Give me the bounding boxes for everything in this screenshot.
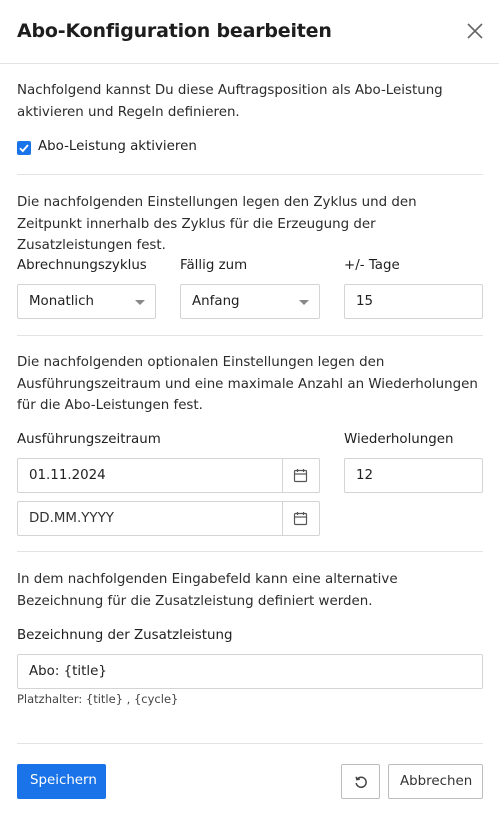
check-icon [19,144,29,153]
due-select[interactable]: Anfang [180,284,320,319]
divider [17,743,483,744]
billing-cycle-label: Abrechnungszyklus [17,258,147,273]
chevron-down-icon [299,300,309,305]
divider [17,551,483,552]
cancel-button-label: Abbrechen [400,774,473,789]
start-date-input[interactable]: 01.11.2024 [17,458,320,493]
field-separator [282,502,283,535]
billing-cycle-select[interactable]: Monatlich [17,284,156,319]
calendar-icon[interactable] [293,468,308,483]
period-section-text: Die nachfolgenden optionalen Einstellung… [17,355,478,413]
calendar-icon[interactable] [293,511,308,526]
reset-button[interactable] [341,764,380,799]
field-separator [282,459,283,492]
divider [17,174,483,175]
dialog-title: Abo-Konfiguration bearbeiten [17,20,332,42]
placeholder-hint: Platzhalter: {title} , {cycle} [17,692,179,706]
cycle-section-text: Die nachfolgenden Einstellungen legen de… [17,195,417,253]
service-name-input[interactable]: Abo: {title} [17,654,483,689]
end-date-input[interactable]: DD.MM.YYYY [17,501,320,536]
intro-text: Nachfolgend kannst Du diese Auftragsposi… [17,83,443,120]
service-name-label: Bezeichnung der Zusatzleistung [17,628,233,643]
start-date-value: 01.11.2024 [29,468,106,483]
reset-icon [355,776,367,789]
days-input[interactable]: 15 [344,284,483,319]
days-label: +/- Tage [344,258,400,273]
repetitions-label: Wiederholungen [344,432,454,447]
save-button[interactable]: Speichern [17,764,106,799]
repetitions-value: 12 [356,468,374,483]
due-value: Anfang [192,294,240,309]
dialog-header: Abo-Konfiguration bearbeiten [0,0,499,64]
abo-activate-label[interactable]: Abo-Leistung aktivieren [38,139,197,154]
cancel-button[interactable]: Abbrechen [388,764,483,799]
period-label: Ausführungszeitraum [17,432,161,447]
billing-cycle-value: Monatlich [29,294,94,309]
abo-activate-checkbox[interactable] [17,141,31,155]
save-button-label: Speichern [30,773,97,788]
repetitions-input[interactable]: 12 [344,458,483,493]
chevron-down-icon [135,300,145,305]
days-value: 15 [356,294,374,309]
divider [17,335,483,336]
abo-config-dialog: Abo-Konfiguration bearbeiten Nachfolgend… [0,0,499,814]
due-label: Fällig zum [180,258,248,273]
name-section-text: In dem nachfolgenden Eingabefeld kann ei… [17,572,398,609]
end-date-placeholder: DD.MM.YYYY [29,511,114,526]
close-icon[interactable] [466,22,484,40]
service-name-value: Abo: {title} [29,664,107,679]
